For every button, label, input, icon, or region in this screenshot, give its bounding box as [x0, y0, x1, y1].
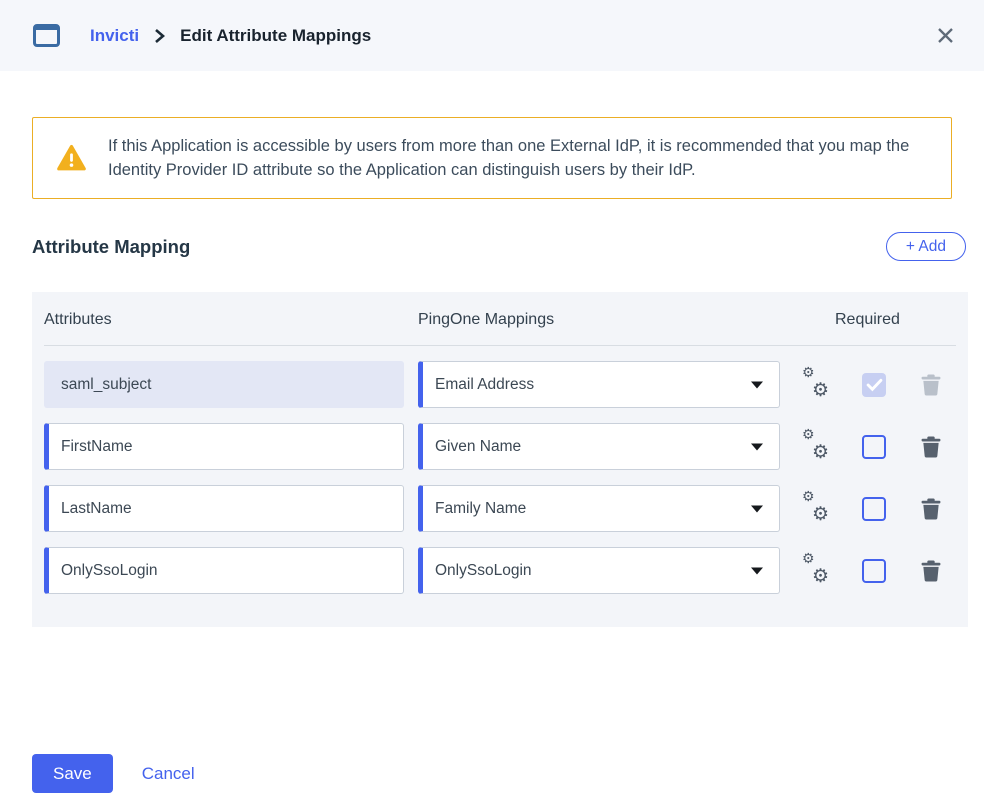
column-header-required: Required: [835, 311, 956, 329]
dialog-header: Invicti Edit Attribute Mappings: [0, 0, 984, 71]
checkmark-icon: [866, 378, 883, 392]
attribute-mapping-table: Attributes PingOne Mappings Required sam…: [32, 292, 968, 627]
delete-row-button[interactable]: [921, 498, 941, 520]
breadcrumb-app-link[interactable]: Invicti: [90, 26, 139, 46]
gear-icon: ⚙: [812, 567, 829, 586]
mapping-select[interactable]: Email Address: [418, 361, 780, 408]
mapping-select-value: Given Name: [435, 438, 521, 456]
chevron-down-icon: [751, 567, 763, 574]
row-controls: ⚙ ⚙: [802, 371, 956, 399]
section-header: Attribute Mapping + Add: [32, 232, 966, 261]
table-row: FirstName Given Name ⚙ ⚙: [44, 423, 956, 470]
table-row: saml_subject Email Address ⚙ ⚙: [44, 361, 956, 408]
gear-icon: ⚙: [802, 365, 815, 379]
chevron-down-icon: [751, 381, 763, 388]
warning-banner: If this Application is accessible by use…: [32, 117, 952, 199]
trash-icon: [921, 436, 941, 458]
close-button[interactable]: [931, 21, 960, 50]
table-row: LastName Family Name ⚙ ⚙: [44, 485, 956, 532]
required-checkbox[interactable]: [862, 497, 886, 521]
trash-icon: [921, 374, 941, 396]
required-checkbox[interactable]: [862, 373, 886, 397]
gear-icon: ⚙: [802, 551, 815, 565]
mapping-select-value: Family Name: [435, 500, 526, 518]
gear-icon: ⚙: [812, 443, 829, 462]
column-header-mappings: PingOne Mappings: [418, 311, 780, 329]
trash-icon: [921, 560, 941, 582]
warning-triangle-icon: [56, 144, 87, 172]
warning-banner-text: If this Application is accessible by use…: [108, 134, 931, 182]
gear-icon: ⚙: [802, 489, 815, 503]
advanced-settings-gear-icon[interactable]: ⚙ ⚙: [802, 495, 830, 523]
cancel-link[interactable]: Cancel: [142, 764, 195, 784]
mapping-select[interactable]: Given Name: [418, 423, 780, 470]
delete-row-button[interactable]: [921, 374, 941, 396]
required-checkbox[interactable]: [862, 435, 886, 459]
chevron-right-icon: [153, 28, 166, 44]
gear-icon: ⚙: [812, 381, 829, 400]
row-controls: ⚙ ⚙: [802, 557, 956, 585]
mapping-select-value: OnlySsoLogin: [435, 562, 532, 580]
save-button[interactable]: Save: [32, 754, 113, 793]
section-title: Attribute Mapping: [32, 236, 190, 258]
dialog-footer: Save Cancel: [32, 754, 984, 793]
gear-icon: ⚙: [802, 427, 815, 441]
mapping-select[interactable]: OnlySsoLogin: [418, 547, 780, 594]
add-attribute-button[interactable]: + Add: [886, 232, 966, 261]
breadcrumb: Invicti Edit Attribute Mappings: [90, 26, 371, 46]
column-header-attributes: Attributes: [44, 311, 404, 329]
delete-row-button[interactable]: [921, 560, 941, 582]
mapping-select[interactable]: Family Name: [418, 485, 780, 532]
attribute-input[interactable]: saml_subject: [44, 361, 404, 408]
table-row: OnlySsoLogin OnlySsoLogin ⚙ ⚙: [44, 547, 956, 594]
advanced-settings-gear-icon[interactable]: ⚙ ⚙: [802, 557, 830, 585]
mapping-select-value: Email Address: [435, 376, 534, 394]
chevron-down-icon: [751, 505, 763, 512]
advanced-settings-gear-icon[interactable]: ⚙ ⚙: [802, 371, 830, 399]
page-title: Edit Attribute Mappings: [180, 26, 371, 46]
required-checkbox[interactable]: [862, 559, 886, 583]
close-icon: [935, 25, 956, 46]
advanced-settings-gear-icon[interactable]: ⚙ ⚙: [802, 433, 830, 461]
row-controls: ⚙ ⚙: [802, 495, 956, 523]
row-controls: ⚙ ⚙: [802, 433, 956, 461]
attribute-input[interactable]: FirstName: [44, 423, 404, 470]
gear-icon: ⚙: [812, 505, 829, 524]
chevron-down-icon: [751, 443, 763, 450]
trash-icon: [921, 498, 941, 520]
table-header-row: Attributes PingOne Mappings Required: [44, 311, 956, 346]
attribute-input[interactable]: OnlySsoLogin: [44, 547, 404, 594]
delete-row-button[interactable]: [921, 436, 941, 458]
attribute-input[interactable]: LastName: [44, 485, 404, 532]
app-window-icon: [33, 24, 60, 47]
